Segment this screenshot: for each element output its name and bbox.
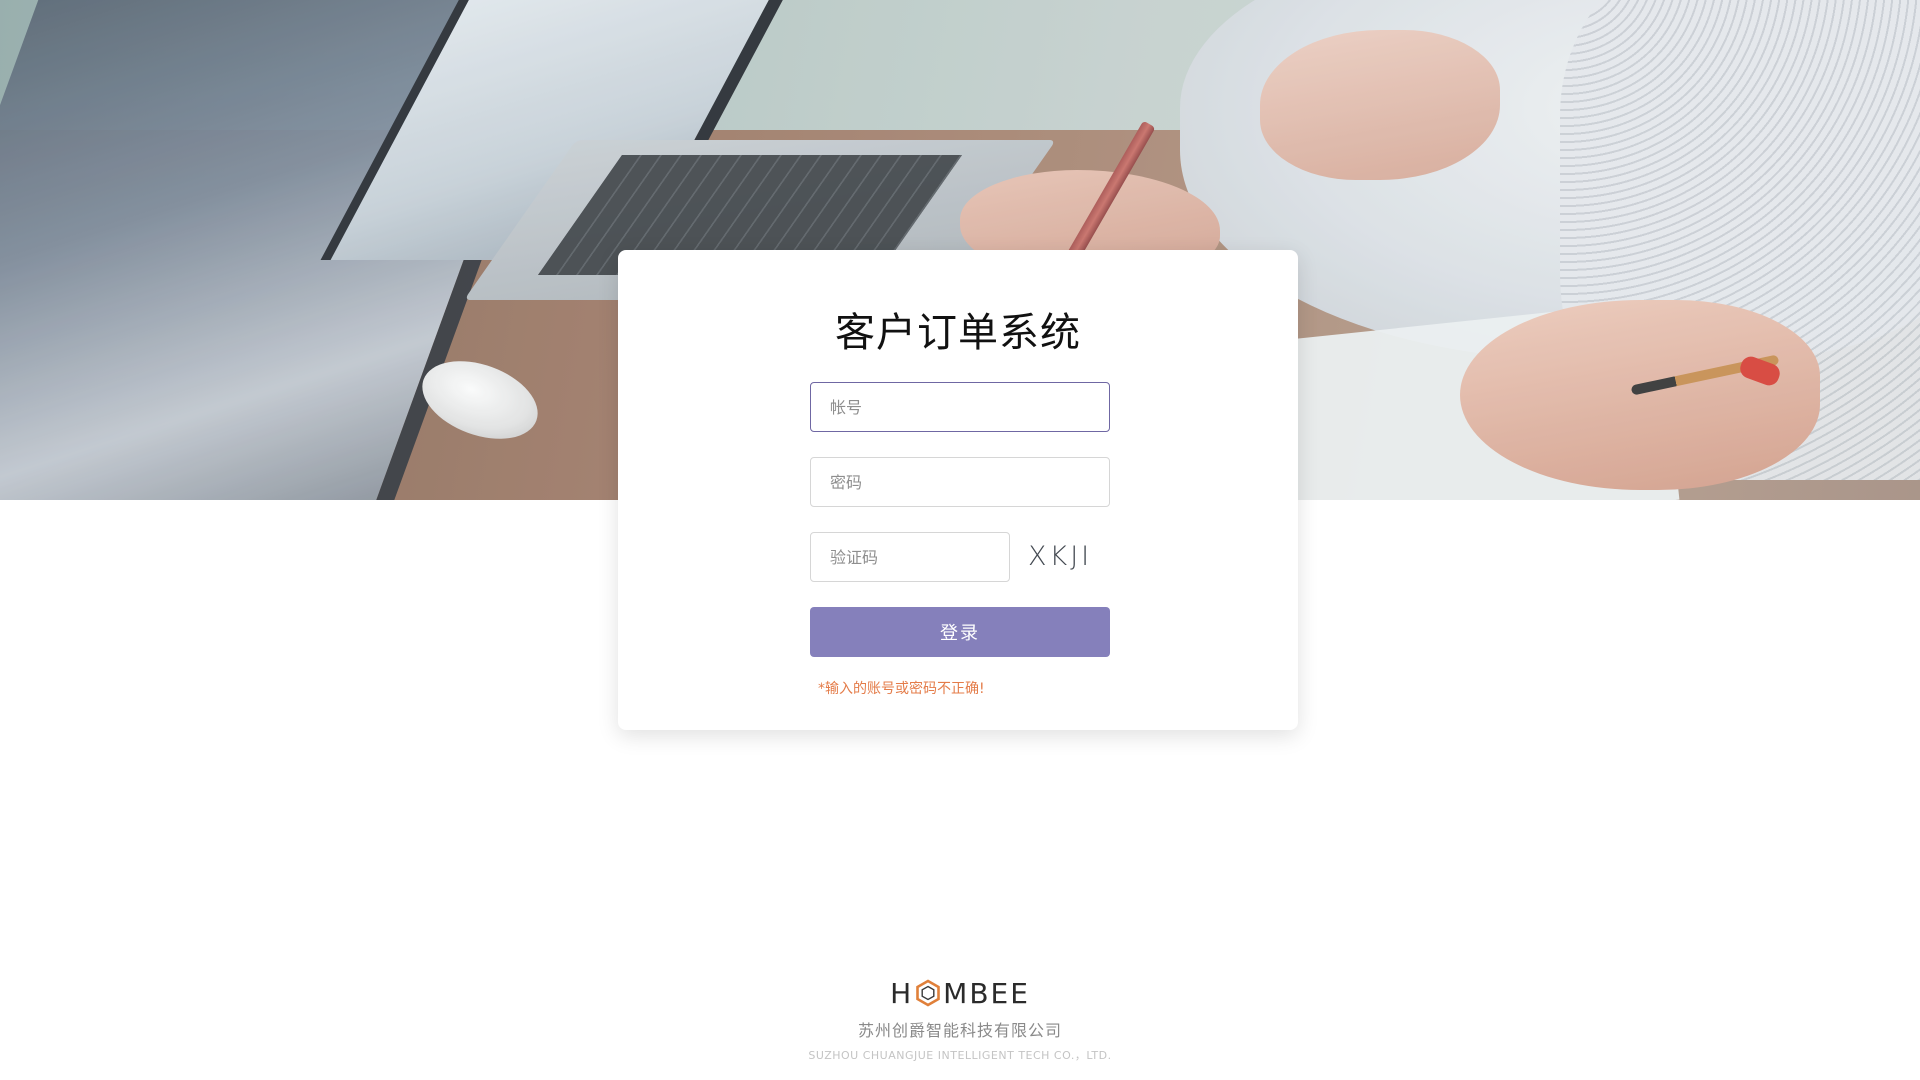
password-input[interactable] (810, 457, 1110, 507)
login-button[interactable]: 登录 (810, 607, 1110, 657)
company-name-cn: 苏州创爵智能科技有限公司 (857, 1021, 1062, 1040)
company-name-en: SUZHOU CHUANGJUE INTELLIGENT TECH CO.，LT… (808, 1049, 1112, 1062)
hexagon-icon (916, 979, 940, 1007)
brand-logo-prefix: H (890, 976, 914, 1010)
login-page: 客户订单系统 XKJI 登录 *输入的账号或密码不正确! H MBEE 苏州创爵… (0, 0, 1920, 1080)
login-card: 客户订单系统 XKJI 登录 *输入的账号或密码不正确! (618, 250, 1298, 730)
brand-logo-suffix: MBEE (943, 976, 1030, 1010)
captcha-image[interactable]: XKJI (1028, 537, 1118, 577)
brand-logo: H MBEE (890, 975, 1030, 1011)
captcha-input[interactable] (810, 532, 1010, 582)
page-title: 客户订单系统 (835, 310, 1081, 356)
username-input[interactable] (810, 382, 1110, 432)
error-message: *输入的账号或密码不正确! (818, 681, 985, 697)
footer-brand: H MBEE 苏州创爵智能科技有限公司 SUZHOU CHUANGJUE INT… (0, 975, 1920, 1063)
